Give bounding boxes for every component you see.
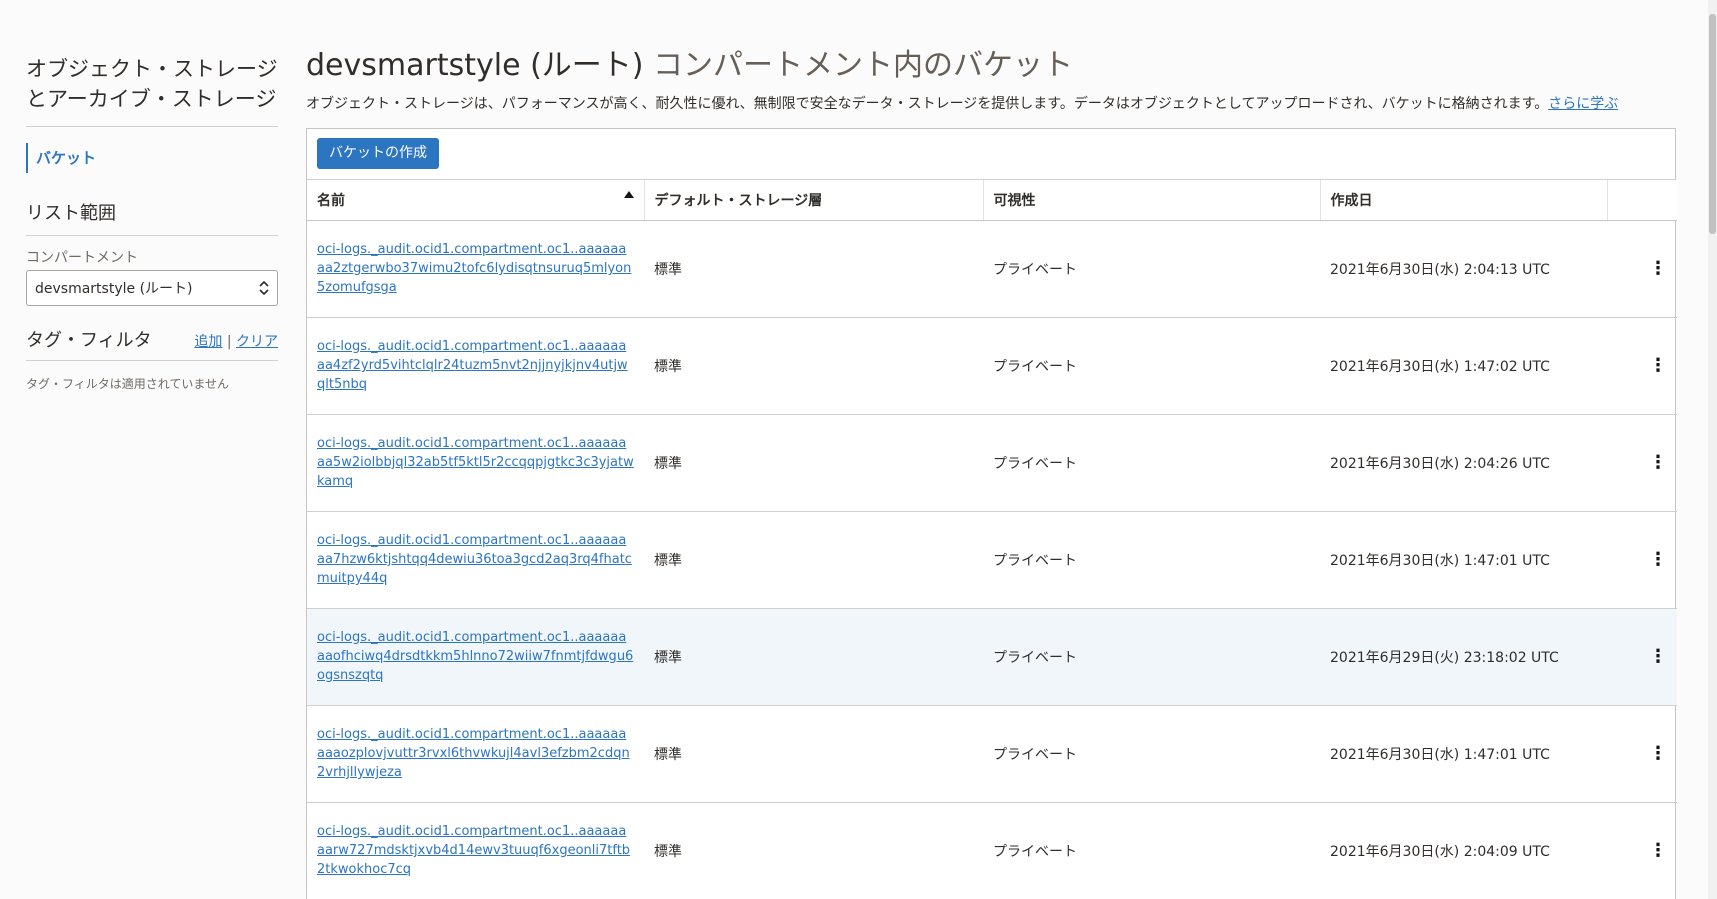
compartment-label: コンパートメント <box>26 250 138 266</box>
page-description: オブジェクト・ストレージは、パフォーマンスが高く、耐久性に優れ、無制限で安全なデ… <box>306 94 1676 114</box>
storage-tier-cell: 標準 <box>644 414 983 512</box>
table-toolbar: バケットの作成 <box>307 129 1675 180</box>
column-header-created[interactable]: 作成日 <box>1320 180 1608 221</box>
table-row: oci-logs._audit.ocid1.compartment.oc1..a… <box>307 317 1677 415</box>
bucket-name-link[interactable]: oci-logs._audit.ocid1.compartment.oc1..a… <box>317 240 634 297</box>
visibility-cell: プライベート <box>983 802 1320 899</box>
table-row: oci-logs._audit.ocid1.compartment.oc1..a… <box>307 414 1677 512</box>
page-title-compartment: devsmartstyle (ルート) <box>306 48 644 83</box>
visibility-cell: プライベート <box>983 317 1320 415</box>
sidebar-title-line2: とアーカイブ・ストレージ <box>26 87 277 111</box>
created-date-cell: 2021年6月29日(火) 23:18:02 UTC <box>1320 608 1607 706</box>
kebab-menu-icon[interactable]: ⋮ <box>1607 220 1677 318</box>
buckets-table: 名前 デフォルト・ストレージ層 可視性 作成日 oci-logs._audit.… <box>307 180 1677 899</box>
bucket-name-link[interactable]: oci-logs._audit.ocid1.compartment.oc1..a… <box>317 822 634 879</box>
app-root: オブジェクト・ストレージ とアーカイブ・ストレージ バケット リスト範囲 コンパ… <box>0 0 1717 899</box>
kebab-menu-icon[interactable]: ⋮ <box>1607 511 1677 609</box>
table-header-row: 名前 デフォルト・ストレージ層 可視性 作成日 <box>307 180 1677 221</box>
bucket-name-cell: oci-logs._audit.ocid1.compartment.oc1..a… <box>307 608 644 706</box>
column-header-actions <box>1607 180 1677 221</box>
list-scope-title: リスト範囲 <box>26 203 116 224</box>
buckets-table-body: oci-logs._audit.ocid1.compartment.oc1..a… <box>307 220 1677 899</box>
bucket-name-cell: oci-logs._audit.ocid1.compartment.oc1..a… <box>307 511 644 609</box>
column-header-name-label: 名前 <box>317 192 345 209</box>
bucket-name-link[interactable]: oci-logs._audit.ocid1.compartment.oc1..a… <box>317 531 634 588</box>
storage-tier-cell: 標準 <box>644 608 983 706</box>
kebab-menu-icon[interactable]: ⋮ <box>1607 802 1677 899</box>
scrollbar-thumb[interactable] <box>1709 14 1716 234</box>
created-date-cell: 2021年6月30日(水) 2:04:13 UTC <box>1320 220 1607 318</box>
bucket-name-link[interactable]: oci-logs._audit.ocid1.compartment.oc1..a… <box>317 337 634 394</box>
visibility-cell: プライベート <box>983 511 1320 609</box>
storage-tier-cell: 標準 <box>644 511 983 609</box>
table-row: oci-logs._audit.ocid1.compartment.oc1..a… <box>307 608 1677 706</box>
select-updown-icon <box>259 281 269 295</box>
created-date-cell: 2021年6月30日(水) 1:47:02 UTC <box>1320 317 1607 415</box>
kebab-menu-icon[interactable]: ⋮ <box>1607 608 1677 706</box>
table-row: oci-logs._audit.ocid1.compartment.oc1..a… <box>307 220 1677 318</box>
kebab-menu-icon[interactable]: ⋮ <box>1607 317 1677 415</box>
buckets-table-panel: バケットの作成 名前 デフォルト・ストレージ層 可視性 作成日 oci-logs… <box>306 128 1677 899</box>
bucket-name-cell: oci-logs._audit.ocid1.compartment.oc1..a… <box>307 705 644 803</box>
compartment-select[interactable]: devsmartstyle (ルート) <box>26 270 278 306</box>
compartment-select-value: devsmartstyle (ルート) <box>35 281 193 297</box>
column-header-name[interactable]: 名前 <box>307 180 645 221</box>
kebab-menu-icon[interactable]: ⋮ <box>1607 705 1677 803</box>
page-title-suffix: コンパートメント内のバケット <box>643 48 1074 83</box>
bucket-name-link[interactable]: oci-logs._audit.ocid1.compartment.oc1..a… <box>317 725 634 782</box>
sort-ascending-icon[interactable] <box>623 190 634 201</box>
created-date-cell: 2021年6月30日(水) 2:04:26 UTC <box>1320 414 1607 512</box>
table-row: oci-logs._audit.ocid1.compartment.oc1..a… <box>307 802 1677 899</box>
bucket-name-link[interactable]: oci-logs._audit.ocid1.compartment.oc1..a… <box>317 434 634 491</box>
learn-more-link[interactable]: さらに学ぶ <box>1548 96 1618 112</box>
tag-filter-actions: 追加 | クリア <box>194 331 278 351</box>
created-date-cell: 2021年6月30日(水) 1:47:01 UTC <box>1320 511 1607 609</box>
storage-tier-cell: 標準 <box>644 317 983 415</box>
created-date-cell: 2021年6月30日(水) 1:47:01 UTC <box>1320 705 1607 803</box>
column-header-tier[interactable]: デフォルト・ストレージ層 <box>644 180 984 221</box>
table-row: oci-logs._audit.ocid1.compartment.oc1..a… <box>307 511 1677 609</box>
create-bucket-button[interactable]: バケットの作成 <box>317 138 439 169</box>
sidebar: オブジェクト・ストレージ とアーカイブ・ストレージ バケット リスト範囲 コンパ… <box>26 54 278 392</box>
visibility-cell: プライベート <box>983 608 1320 706</box>
sidebar-title-line1: オブジェクト・ストレージ <box>26 57 278 81</box>
tag-clear-link[interactable]: クリア <box>236 334 278 350</box>
tag-filter-header: タグ・フィルタ 追加 | クリア <box>26 328 278 354</box>
tag-filter-empty-text: タグ・フィルタは適用されていません <box>26 377 230 391</box>
tag-filter-divider <box>26 360 278 361</box>
page-scrollbar[interactable] <box>1708 0 1717 899</box>
sidebar-title: オブジェクト・ストレージ とアーカイブ・ストレージ <box>26 54 278 114</box>
bucket-name-cell: oci-logs._audit.ocid1.compartment.oc1..a… <box>307 802 644 899</box>
list-scope-divider <box>26 235 278 236</box>
bucket-name-link[interactable]: oci-logs._audit.ocid1.compartment.oc1..a… <box>317 628 634 685</box>
storage-tier-cell: 標準 <box>644 220 983 318</box>
created-date-cell: 2021年6月30日(水) 2:04:09 UTC <box>1320 802 1607 899</box>
page-title: devsmartstyle (ルート) コンパートメント内のバケット <box>306 46 1676 86</box>
tag-filter-title: タグ・フィルタ <box>26 330 152 351</box>
bucket-name-cell: oci-logs._audit.ocid1.compartment.oc1..a… <box>307 317 644 415</box>
kebab-menu-icon[interactable]: ⋮ <box>1607 414 1677 512</box>
visibility-cell: プライベート <box>983 220 1320 318</box>
storage-tier-cell: 標準 <box>644 705 983 803</box>
visibility-cell: プライベート <box>983 414 1320 512</box>
tag-add-link[interactable]: 追加 <box>194 334 222 350</box>
sidebar-item-buckets[interactable]: バケット <box>26 143 278 173</box>
bucket-name-cell: oci-logs._audit.ocid1.compartment.oc1..a… <box>307 414 644 512</box>
bucket-name-cell: oci-logs._audit.ocid1.compartment.oc1..a… <box>307 220 644 318</box>
table-row: oci-logs._audit.ocid1.compartment.oc1..a… <box>307 705 1677 803</box>
column-header-visibility[interactable]: 可視性 <box>983 180 1321 221</box>
main-content: devsmartstyle (ルート) コンパートメント内のバケット オブジェク… <box>306 46 1677 899</box>
sidebar-nav: バケット <box>26 143 278 173</box>
tag-link-separator: | <box>226 334 232 350</box>
page-description-text: オブジェクト・ストレージは、パフォーマンスが高く、耐久性に優れ、無制限で安全なデ… <box>306 96 1549 112</box>
sidebar-divider <box>26 126 278 127</box>
visibility-cell: プライベート <box>983 705 1320 803</box>
storage-tier-cell: 標準 <box>644 802 983 899</box>
